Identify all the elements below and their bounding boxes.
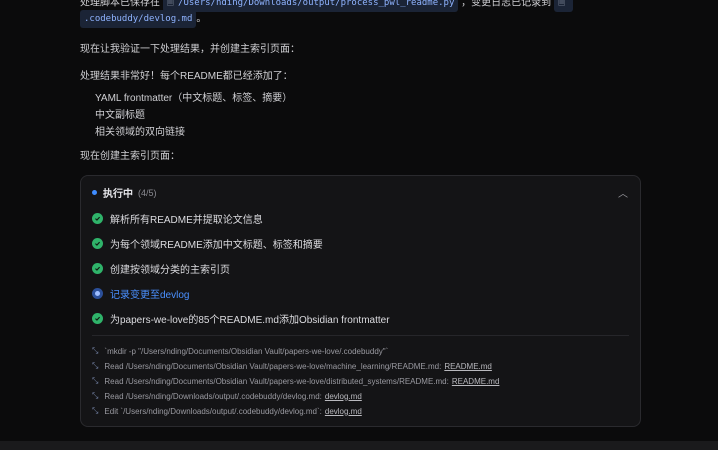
file-chip-label: /Users/nding/Downloads/output/process_pw… (178, 0, 455, 8)
file-icon-chip[interactable]: 🗎 (553, 0, 574, 12)
list-item: 相关领域的双向链接 (95, 127, 185, 138)
file-chip-script[interactable]: 🗎/Users/nding/Downloads/output/process_p… (162, 0, 459, 12)
log-entry: ⤡ `mkdir -p "/Users/nding/Documents/Obsi… (92, 346, 388, 356)
file-icon: 🗎 (166, 0, 175, 8)
list-item: YAML frontmatter（中文标题、标签、摘要） (95, 93, 293, 104)
check-circle-icon (92, 238, 103, 249)
log-entry: ⤡ Read /Users/nding/Documents/Obsidian V… (92, 361, 492, 371)
log-entry: ⤡ Read /Users/nding/Documents/Obsidian V… (92, 376, 499, 386)
expand-arrows-icon: ⤡ (92, 406, 99, 415)
verify-text: 现在让我验证一下处理结果，并创建主索引页面： (80, 44, 300, 55)
check-circle-icon (92, 313, 103, 324)
task-label: 创建按领域分类的主索引页 (110, 265, 230, 276)
log-text: `mkdir -p "/Users/nding/Documents/Obsidi… (104, 346, 389, 356)
task-count: (4/5) (138, 187, 157, 198)
in-progress-icon (92, 288, 103, 299)
task-item: 解析所有README并提取论文信息 (92, 211, 263, 226)
expand-arrows-icon: ⤡ (92, 376, 99, 385)
task-panel-title: 执行中 (103, 189, 133, 200)
expand-arrows-icon: ⤡ (92, 361, 99, 370)
result-text: 处理结果非常好！每个README都已经添加了： (80, 71, 293, 82)
file-link[interactable]: README.md (444, 362, 492, 371)
status-dot-icon (92, 190, 97, 195)
task-label: 记录变更至devlog (110, 290, 190, 301)
task-item: 为papers-we-love的85个README.md添加Obsidian f… (92, 311, 390, 326)
check-circle-icon (92, 263, 103, 274)
line-suffix: 。 (196, 13, 207, 25)
log-entry: ⤡ Edit `/Users/nding/Downloads/output/.c… (92, 406, 362, 416)
expand-arrows-icon: ⤡ (92, 391, 99, 400)
file-chip-devlog[interactable]: .codebuddy/devlog.md (80, 10, 197, 28)
task-panel: 执行中 (4/5) ︿ 解析所有README并提取论文信息 为每个领域READM… (80, 175, 641, 427)
bottom-bar (0, 441, 718, 450)
expand-arrows-icon: ⤡ (92, 346, 99, 355)
file-icon: 🗎 (557, 0, 566, 8)
check-circle-icon (92, 213, 103, 224)
create-text: 现在创建主索引页面： (80, 151, 180, 162)
file-link[interactable]: README.md (452, 377, 500, 386)
message-line-2: .codebuddy/devlog.md。 (80, 10, 206, 28)
file-chip-label: .codebuddy/devlog.md (84, 14, 193, 24)
file-link[interactable]: devlog.md (325, 407, 362, 416)
task-label: 解析所有README并提取论文信息 (110, 215, 263, 226)
task-item: 为每个领域README添加中文标题、标签和摘要 (92, 236, 323, 251)
log-entry: ⤡ Read /Users/nding/Downloads/output/.co… (92, 391, 362, 401)
task-label: 为papers-we-love的85个README.md添加Obsidian f… (110, 315, 390, 326)
log-text: Read /Users/nding/Documents/Obsidian Vau… (104, 376, 449, 386)
task-label: 为每个领域README添加中文标题、标签和摘要 (110, 240, 323, 251)
file-link[interactable]: devlog.md (325, 392, 362, 401)
chevron-up-icon[interactable]: ︿ (618, 185, 628, 200)
line-prefix: 处理脚本已保存在 (80, 0, 160, 9)
task-item: 创建按领域分类的主索引页 (92, 261, 230, 276)
log-text: Read /Users/nding/Documents/Obsidian Vau… (104, 361, 442, 371)
log-text: Edit `/Users/nding/Downloads/output/.cod… (104, 406, 322, 416)
task-item-active: 记录变更至devlog (92, 286, 189, 301)
list-item: 中文副标题 (95, 110, 145, 121)
task-panel-header[interactable]: 执行中 (4/5) (92, 185, 157, 200)
log-text: Read /Users/nding/Downloads/output/.code… (104, 391, 322, 401)
divider (92, 335, 629, 336)
line-mid: ，变更日志已记录到 (461, 0, 552, 9)
